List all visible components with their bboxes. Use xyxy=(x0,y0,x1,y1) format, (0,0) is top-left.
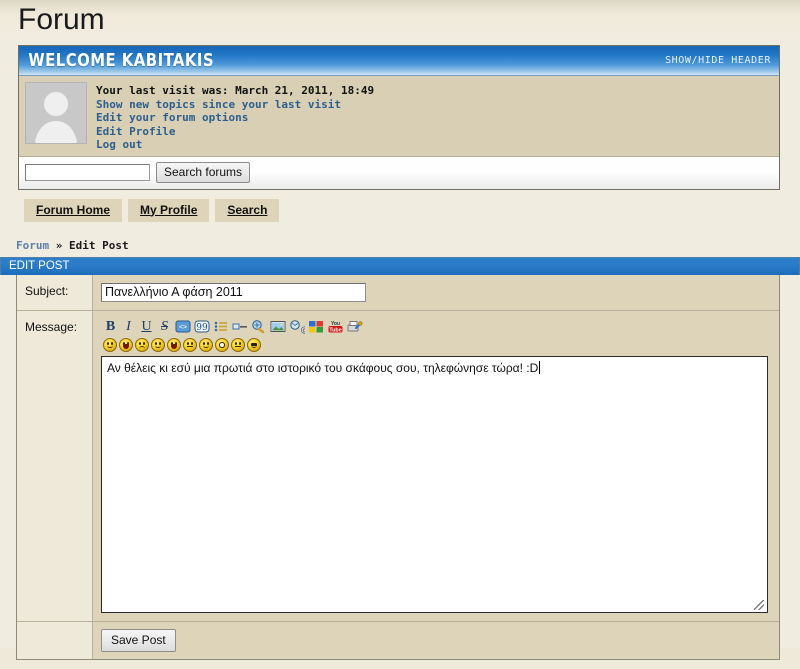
attachment-icon[interactable] xyxy=(347,319,363,334)
edit-post-panel: EDIT POST Subject: Message: B I U S xyxy=(0,256,800,660)
show-hide-header-link[interactable]: SHOW/HIDE HEADER xyxy=(665,55,771,66)
link-icon[interactable] xyxy=(251,319,267,334)
code-icon[interactable]: <> xyxy=(175,319,191,334)
emoticon-sad[interactable] xyxy=(135,337,149,352)
bullet-list-icon[interactable] xyxy=(213,319,229,334)
message-field-cell: B I U S <> 99 You Tube Αν θέλεις κι εσύ … xyxy=(93,310,779,621)
save-button-cell: Save Post xyxy=(93,621,779,659)
emoticon-happy[interactable] xyxy=(199,337,213,352)
emoticon-grin[interactable] xyxy=(119,337,133,352)
text-caret xyxy=(539,360,541,374)
edit-profile-link[interactable]: Edit Profile xyxy=(96,125,374,139)
italic-icon[interactable]: I xyxy=(121,319,136,335)
edit-post-panel-title: EDIT POST xyxy=(0,256,800,275)
message-label: Message: xyxy=(17,310,93,621)
emoticon-smile[interactable] xyxy=(103,337,117,352)
underline-icon[interactable]: U xyxy=(139,319,154,335)
emoticon-laugh[interactable] xyxy=(167,337,181,352)
emoticon-tongue[interactable] xyxy=(183,337,197,352)
font-color-icon[interactable] xyxy=(308,319,324,334)
edit-forum-options-link[interactable]: Edit your forum options xyxy=(96,111,374,125)
log-out-link[interactable]: Log out xyxy=(96,138,374,152)
nav-item-forum-home[interactable]: Forum Home xyxy=(24,198,123,222)
breadcrumb-separator: » xyxy=(55,238,63,252)
welcome-title: WELCOME KABITAKIS xyxy=(28,50,215,71)
message-text: Αν θέλεις κι εσύ μια πρωτιά στο ιστορικό… xyxy=(107,360,539,375)
emoticon-cool[interactable] xyxy=(247,337,261,352)
svg-text:Tube: Tube xyxy=(329,327,341,333)
nav-item-my-profile[interactable]: My Profile xyxy=(128,198,210,222)
edit-post-table: Subject: Message: B I U S xyxy=(16,274,780,660)
avatar xyxy=(25,82,87,144)
search-row: Search forums xyxy=(19,155,779,189)
email-icon[interactable]: @ xyxy=(289,319,309,334)
breadcrumb-forum-link[interactable]: Forum xyxy=(16,239,49,252)
horizontal-rule-icon[interactable] xyxy=(232,319,248,334)
avatar-body-icon xyxy=(35,121,77,143)
user-info-block: Your last visit was: March 21, 2011, 18:… xyxy=(96,82,374,152)
subject-input[interactable] xyxy=(101,282,366,302)
message-textarea[interactable]: Αν θέλεις κι εσύ μια πρωτιά στο ιστορικό… xyxy=(101,355,768,613)
message-row: Message: B I U S <> 99 You Tube Αν θέλει… xyxy=(17,310,779,622)
bbcode-toolbar: B I U S <> 99 You Tube xyxy=(103,318,771,336)
emoticon-wink[interactable] xyxy=(151,337,165,352)
page-title: Forum xyxy=(18,3,105,36)
page-root: Forum WELCOME KABITAKIS SHOW/HIDE HEADER… xyxy=(0,0,800,660)
save-row: Save Post xyxy=(17,621,779,659)
svg-text:<>: <> xyxy=(179,323,187,331)
svg-text:@: @ xyxy=(301,325,306,334)
emoticon-bar xyxy=(103,337,771,352)
breadcrumb: Forum » Edit Post xyxy=(16,239,800,252)
show-new-topics-link[interactable]: Show new topics since your last visit xyxy=(96,98,374,112)
message-textarea-wrapper: Αν θέλεις κι εσύ μια πρωτιά στο ιστορικό… xyxy=(101,355,768,613)
main-navigation: Forum Home My Profile Search xyxy=(24,198,800,222)
youtube-icon[interactable]: You Tube xyxy=(327,319,344,334)
subject-field-cell xyxy=(93,274,779,310)
subject-row: Subject: xyxy=(17,274,779,311)
emoticon-shocked[interactable] xyxy=(215,337,229,352)
last-visit-text: Your last visit was: March 21, 2011, 18:… xyxy=(96,84,375,97)
page-bottom-spacer xyxy=(0,660,800,669)
breadcrumb-current: Edit Post xyxy=(69,238,129,252)
save-post-button[interactable]: Save Post xyxy=(101,628,176,652)
bold-icon[interactable]: B xyxy=(103,319,118,335)
subject-label: Subject: xyxy=(17,274,93,310)
emoticon-confused[interactable] xyxy=(231,337,245,352)
search-input[interactable] xyxy=(25,163,150,181)
save-row-spacer xyxy=(17,621,93,659)
welcome-title-bar: WELCOME KABITAKIS SHOW/HIDE HEADER xyxy=(19,46,779,76)
quote-icon[interactable]: 99 xyxy=(194,319,210,334)
welcome-body: Your last visit was: March 21, 2011, 18:… xyxy=(19,76,779,156)
search-forums-button[interactable]: Search forums xyxy=(156,161,251,183)
nav-item-search[interactable]: Search xyxy=(215,198,280,222)
strikethrough-icon[interactable]: S xyxy=(157,319,172,335)
avatar-head-icon xyxy=(44,92,68,116)
welcome-header-panel: WELCOME KABITAKIS SHOW/HIDE HEADER Your … xyxy=(18,45,780,190)
image-icon[interactable] xyxy=(270,319,286,334)
svg-text:99: 99 xyxy=(196,323,208,333)
